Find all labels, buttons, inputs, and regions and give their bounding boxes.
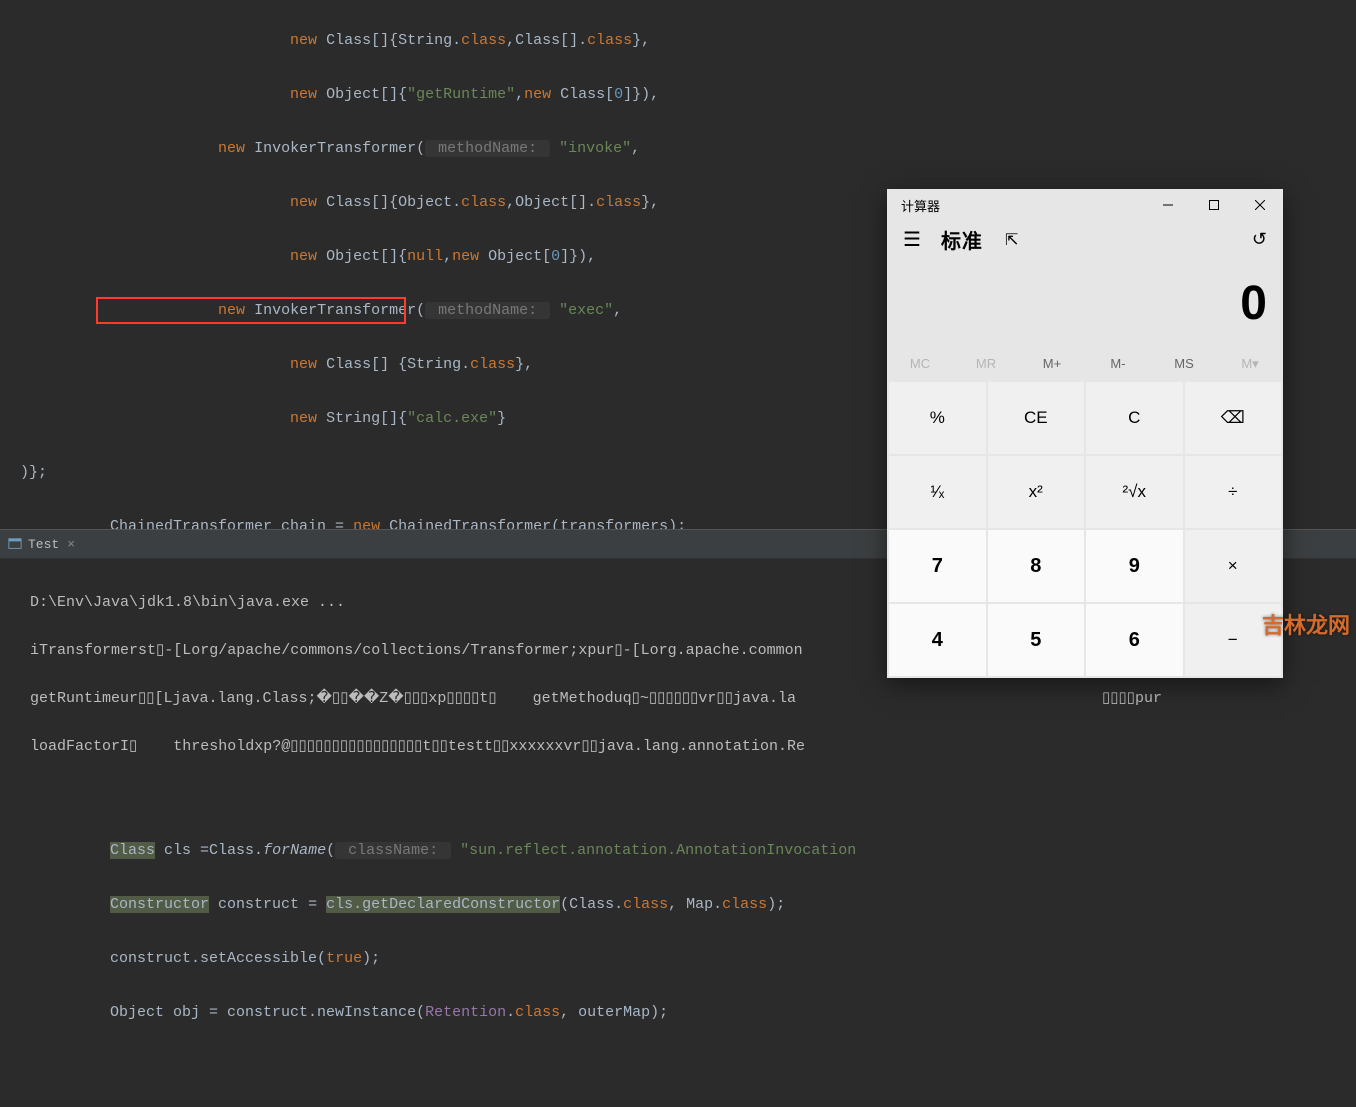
calculator-mode: 标准	[941, 225, 983, 254]
btn-divide[interactable]: ÷	[1185, 456, 1282, 528]
calculator-keypad: % CE C ⌫ ¹⁄ₓ x² ²√x ÷ 7 8 9 × 4 5 6 −	[887, 380, 1283, 678]
btn-4[interactable]: 4	[889, 604, 986, 676]
btn-square[interactable]: x²	[988, 456, 1085, 528]
mem-mplus[interactable]: M+	[1019, 348, 1085, 380]
btn-c[interactable]: C	[1086, 382, 1183, 454]
mem-mlist[interactable]: M▾	[1217, 348, 1283, 380]
code-line: Class cls =Class.forName( className: "su…	[20, 837, 1356, 864]
btn-7[interactable]: 7	[889, 530, 986, 602]
btn-backspace[interactable]: ⌫	[1185, 382, 1282, 454]
calculator-window: 计算器 ☰ 标准 ⇱ ↺ 0 MC MR M+ M- MS M▾ % CE C …	[887, 189, 1283, 678]
minimize-button[interactable]	[1145, 189, 1191, 221]
code-line: new Class[]{String.class,Class[].class},	[20, 27, 1356, 54]
code-line: new Object[]{"getRuntime",new Class[0]})…	[20, 81, 1356, 108]
keep-on-top-icon[interactable]: ⇱	[999, 230, 1024, 250]
btn-sqrt[interactable]: ²√x	[1086, 456, 1183, 528]
history-icon[interactable]: ↺	[1252, 229, 1275, 250]
calculator-titlebar[interactable]: 计算器	[887, 189, 1283, 221]
console-line: loadFactorI▯ thresholdxp?@▯▯▯▯▯▯▯▯▯▯▯▯▯▯…	[30, 735, 1348, 759]
btn-8[interactable]: 8	[988, 530, 1085, 602]
btn-multiply[interactable]: ×	[1185, 530, 1282, 602]
btn-6[interactable]: 6	[1086, 604, 1183, 676]
mem-mc[interactable]: MC	[887, 348, 953, 380]
calculator-display: 0	[887, 258, 1283, 348]
btn-5[interactable]: 5	[988, 604, 1085, 676]
close-button[interactable]	[1237, 189, 1283, 221]
mem-mr[interactable]: MR	[953, 348, 1019, 380]
mem-mminus[interactable]: M-	[1085, 348, 1151, 380]
console-line: getRuntimeur▯▯[Ljava.lang.Class;�▯▯��Z�▯…	[30, 687, 1348, 711]
memory-row: MC MR M+ M- MS M▾	[887, 348, 1283, 380]
code-line: Object obj = construct.newInstance(Reten…	[20, 999, 1356, 1026]
run-tab-icon	[8, 537, 22, 551]
code-line: construct.setAccessible(true);	[20, 945, 1356, 972]
close-tab-icon[interactable]: ×	[67, 537, 75, 552]
calculator-header: ☰ 标准 ⇱ ↺	[887, 221, 1283, 258]
btn-reciprocal[interactable]: ¹⁄ₓ	[889, 456, 986, 528]
btn-9[interactable]: 9	[1086, 530, 1183, 602]
btn-percent[interactable]: %	[889, 382, 986, 454]
console-tab-label[interactable]: Test	[28, 537, 59, 552]
calculator-title: 计算器	[887, 196, 1145, 215]
btn-minus[interactable]: −	[1185, 604, 1282, 676]
btn-ce[interactable]: CE	[988, 382, 1085, 454]
maximize-button[interactable]	[1191, 189, 1237, 221]
menu-icon[interactable]: ☰	[899, 225, 925, 254]
code-line: Constructor construct = cls.getDeclaredC…	[20, 891, 1356, 918]
code-line: new InvokerTransformer( methodName: "inv…	[20, 135, 1356, 162]
mem-ms[interactable]: MS	[1151, 348, 1217, 380]
